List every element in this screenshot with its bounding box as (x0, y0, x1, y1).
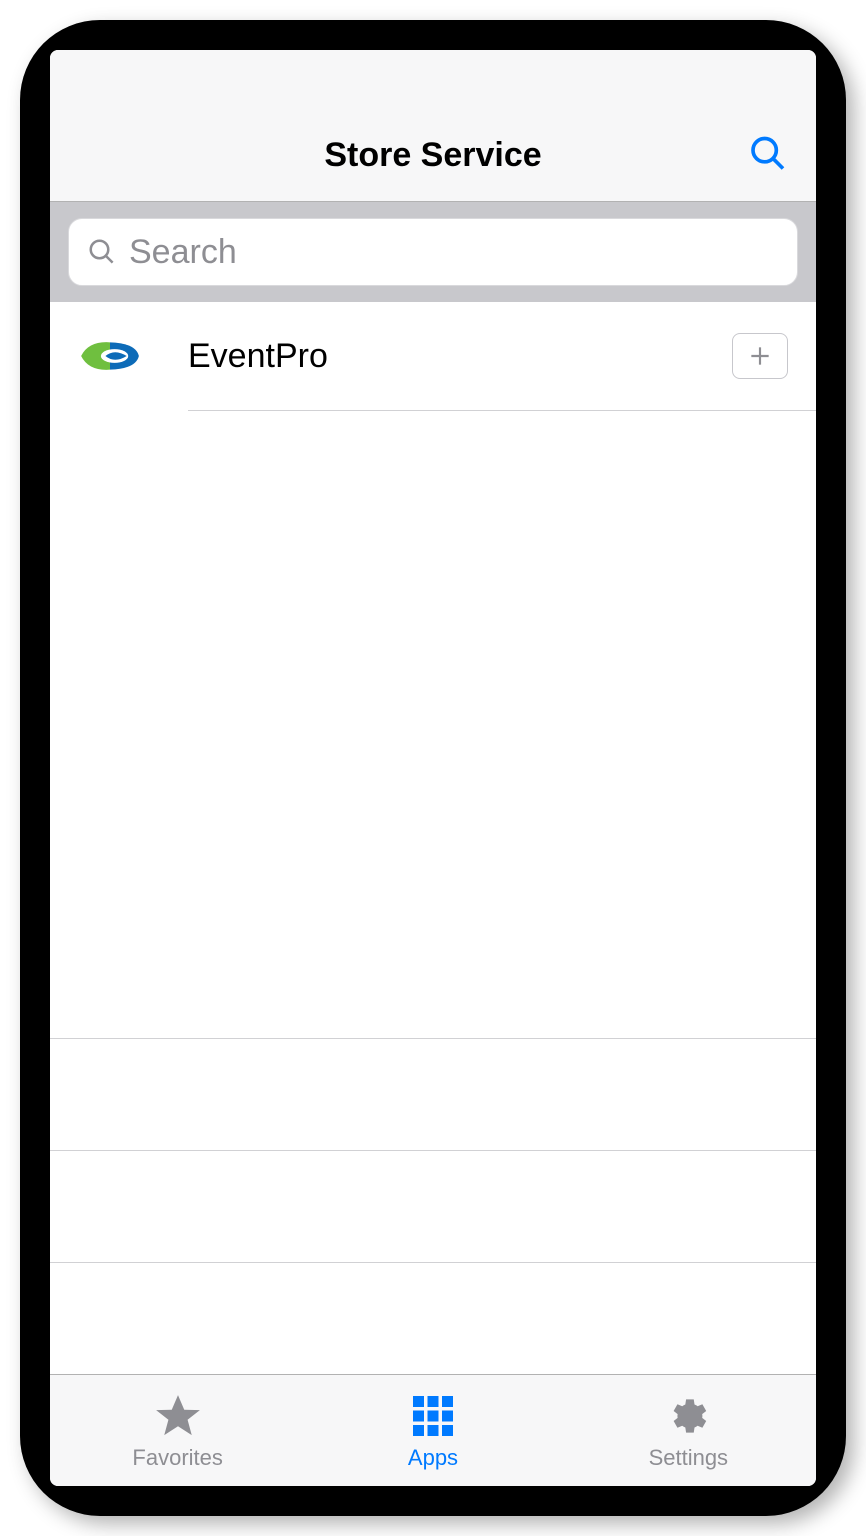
empty-row (50, 1150, 816, 1262)
empty-row (50, 1038, 816, 1150)
search-bar-container (50, 202, 816, 302)
tab-favorites[interactable]: Favorites (50, 1375, 305, 1486)
plus-icon (747, 343, 773, 369)
tab-label: Favorites (132, 1445, 222, 1471)
status-bar (50, 50, 816, 110)
app-name-label: EventPro (188, 337, 732, 376)
tab-label: Apps (408, 1445, 458, 1471)
empty-row (50, 1262, 816, 1374)
navigation-bar: Store Service (50, 110, 816, 202)
search-bar[interactable] (68, 218, 798, 286)
tab-settings[interactable]: Settings (561, 1375, 816, 1486)
search-input[interactable] (129, 233, 779, 272)
app-list[interactable]: EventPro (50, 302, 816, 1374)
screen: Store Service (50, 50, 816, 1486)
device-frame: Store Service (20, 20, 846, 1516)
tab-apps[interactable]: Apps (305, 1375, 560, 1486)
search-field-icon (87, 237, 117, 267)
list-spacer (50, 411, 816, 1038)
tab-bar: Favorites Apps (50, 1374, 816, 1486)
app-row[interactable]: EventPro (50, 302, 816, 410)
gear-icon (665, 1391, 711, 1441)
search-icon[interactable] (748, 133, 788, 178)
add-button[interactable] (732, 333, 788, 379)
star-icon (153, 1391, 203, 1441)
app-icon-eventpro (72, 318, 148, 394)
tab-label: Settings (649, 1445, 729, 1471)
grid-icon (409, 1391, 457, 1441)
page-title: Store Service (324, 136, 541, 175)
